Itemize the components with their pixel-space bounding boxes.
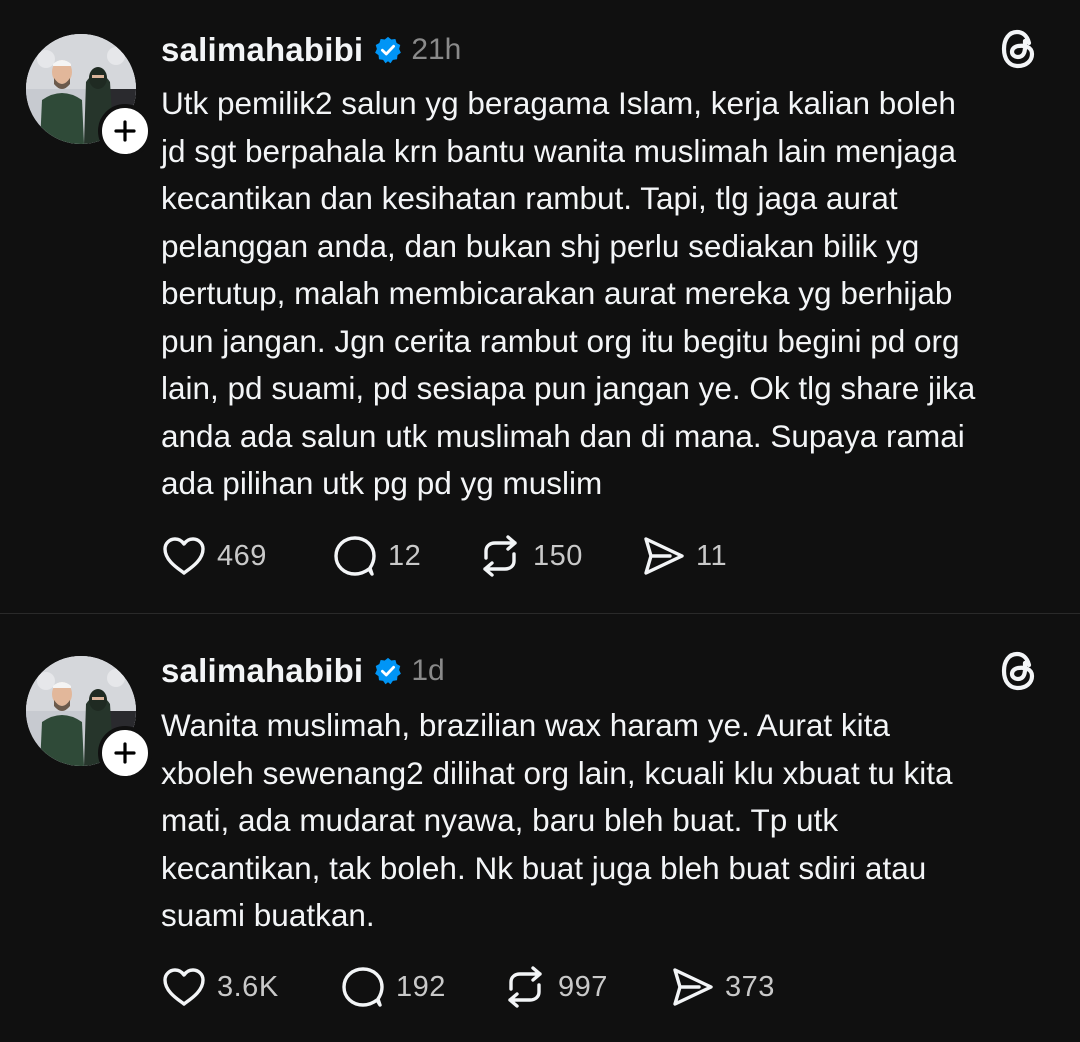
heart-icon (163, 537, 205, 575)
share-button[interactable]: 373 (669, 965, 775, 1009)
avatar-container (26, 34, 152, 158)
post-text: Utk pemilik2 salun yg beragama Islam, ke… (161, 85, 976, 501)
like-button[interactable]: 3.6K (161, 966, 340, 1008)
threads-logo-icon[interactable] (998, 648, 1040, 694)
plus-icon (114, 120, 136, 142)
repost-button[interactable]: 997 (502, 965, 669, 1009)
action-bar: 469 12 150 11 (161, 532, 727, 580)
reply-count: 192 (396, 970, 446, 1003)
repost-arrows-icon (508, 966, 542, 1008)
verified-badge-icon (375, 36, 402, 64)
post-time: 1d (411, 654, 445, 687)
comment-bubble-icon (334, 536, 376, 576)
send-icon (673, 968, 713, 1006)
follow-button[interactable] (98, 726, 152, 780)
like-count: 469 (217, 539, 267, 572)
username[interactable]: salimahabibi (161, 31, 363, 69)
repost-count: 997 (558, 970, 608, 1003)
repost-arrows-icon (483, 535, 517, 577)
share-button[interactable]: 11 (640, 534, 727, 578)
thread-post[interactable]: salimahabibi 1d Wanita muslimah, brazili… (0, 615, 1080, 1042)
verified-badge-icon (375, 657, 402, 685)
thread-post[interactable]: salimahabibi 21h Utk pemilik2 salun yg b… (0, 0, 1080, 614)
like-button[interactable]: 469 (161, 535, 332, 577)
post-divider (0, 613, 1080, 614)
reply-button[interactable]: 12 (332, 534, 477, 578)
post-header: salimahabibi 21h (161, 28, 461, 72)
send-icon (644, 537, 684, 575)
share-count: 11 (696, 539, 728, 572)
plus-icon (114, 742, 136, 764)
avatar-container (26, 656, 152, 780)
action-bar: 3.6K 192 997 373 (161, 963, 775, 1011)
like-count: 3.6K (217, 970, 279, 1003)
username[interactable]: salimahabibi (161, 652, 363, 690)
share-count: 373 (725, 970, 775, 1003)
heart-icon (163, 968, 205, 1006)
repost-count: 150 (533, 539, 583, 572)
comment-bubble-icon (342, 967, 384, 1007)
reply-button[interactable]: 192 (340, 965, 502, 1009)
post-time: 21h (411, 33, 462, 66)
repost-button[interactable]: 150 (477, 534, 640, 578)
threads-logo-icon[interactable] (998, 26, 1040, 72)
reply-count: 12 (388, 539, 422, 572)
post-text: Wanita muslimah, brazilian wax haram ye.… (161, 707, 953, 933)
follow-button[interactable] (98, 104, 152, 158)
post-header: salimahabibi 1d (161, 649, 445, 693)
